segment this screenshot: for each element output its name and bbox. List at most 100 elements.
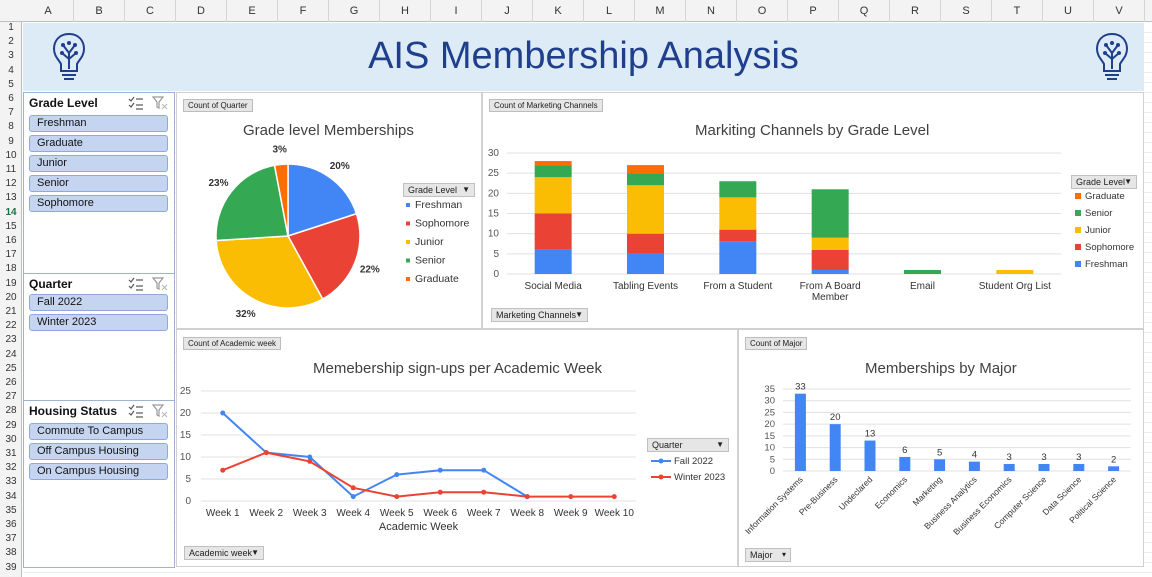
column-header-l[interactable]: L [584,0,635,22]
column-header-f[interactable]: F [278,0,329,22]
row-header-7[interactable]: 7 [0,108,22,118]
x-tick-label: Business Economics [951,474,1014,537]
column-header-r[interactable]: R [890,0,941,22]
row-header-6[interactable]: 6 [0,94,22,104]
column-header-t[interactable]: T [992,0,1043,22]
slicer-item-on-campus[interactable]: On Campus Housing [29,463,168,480]
y-tick-label: 10 [180,452,192,463]
row-header-21[interactable]: 21 [0,307,22,317]
row-header-10[interactable]: 10 [0,150,22,161]
column-header-s[interactable]: S [941,0,992,22]
column-header-e[interactable]: E [227,0,278,22]
legend-filter-grade-level[interactable]: Grade Level ▼ [403,183,475,197]
row-header-36[interactable]: 36 [0,520,22,530]
row-header-37[interactable]: 37 [0,534,22,544]
row-header-32[interactable]: 32 [0,463,22,473]
row-header-4[interactable]: 4 [0,65,22,76]
row-header-28[interactable]: 28 [0,406,22,416]
axis-filter-academic-week[interactable]: Academic week ▼ [184,546,264,560]
row-header-25[interactable]: 25 [0,363,22,374]
row-header-34[interactable]: 34 [0,491,22,502]
marketing-stacked-bar-chart: 0 5 10 15 20 25 30 Social Media Tabling Events Fr… [488,148,1061,303]
multi-select-icon[interactable] [128,404,144,418]
legend-label-graduate: Graduate [415,273,459,285]
row-header-8[interactable]: 8 [0,122,22,132]
row-header-29[interactable]: 29 [0,420,22,431]
row-header-9[interactable]: 9 [0,136,22,147]
column-header-d[interactable]: D [176,0,227,22]
column-header-j[interactable]: J [482,0,533,22]
column-header-b[interactable]: B [74,0,125,22]
slicer-item-graduate[interactable]: Graduate [29,135,168,152]
row-header-33[interactable]: 33 [0,477,22,487]
y-tick-label: 15 [764,431,775,442]
axis-filter-marketing-channels[interactable]: Marketing Channels ▼ [491,308,588,322]
row-header-23[interactable]: 23 [0,335,22,345]
slicer-item-junior[interactable]: Junior [29,155,168,172]
x-axis-title: Academic Week [379,521,459,533]
slicer-item-winter-2023[interactable]: Winter 2023 [29,314,168,331]
bar-segment-freshman [811,269,849,274]
slicer-item-commute[interactable]: Commute To Campus [29,423,168,440]
row-header-20[interactable]: 20 [0,292,22,303]
row-header-26[interactable]: 26 [0,378,22,388]
column-header-i[interactable]: I [431,0,482,22]
column-header-c[interactable]: C [125,0,176,22]
multi-select-icon[interactable] [128,277,144,291]
row-header-13[interactable]: 13 [0,193,22,203]
column-header-a[interactable]: A [23,0,74,22]
row-header-16[interactable]: 16 [0,236,22,246]
row-header-12[interactable]: 12 [0,179,22,189]
slicer-item-fall-2022[interactable]: Fall 2022 [29,294,168,311]
clear-filter-icon[interactable] [152,96,168,110]
row-header-39[interactable]: 39 [0,562,22,573]
clear-filter-icon[interactable] [152,277,168,291]
weekly-chart-panel[interactable]: Count of Academic week Memebership sign-… [176,329,738,567]
column-header-m[interactable]: M [635,0,686,22]
row-header-14[interactable]: 14 [0,207,22,218]
pie-chart-panel[interactable]: Count of Quarter Grade level Memberships… [176,92,482,329]
row-header-5[interactable]: 5 [0,79,22,90]
row-header-35[interactable]: 35 [0,505,22,516]
axis-filter-major[interactable]: Major ▾ [745,548,791,562]
legend-filter-grade-level[interactable]: Grade Level ▼ [1071,175,1137,189]
dropdown-arrow-icon: ▼ [716,440,724,449]
row-header-30[interactable]: 30 [0,434,22,445]
column-header-n[interactable]: N [686,0,737,22]
row-header-2[interactable]: 2 [0,37,22,47]
row-header-15[interactable]: 15 [0,221,22,232]
row-header-24[interactable]: 24 [0,349,22,360]
data-point-winter-2023 [437,489,443,495]
row-header-18[interactable]: 18 [0,264,22,274]
major-chart-panel[interactable]: Count of Major Memberships by Major 0 5 10… [738,329,1144,567]
row-header-22[interactable]: 22 [0,321,22,331]
column-header-q[interactable]: Q [839,0,890,22]
slicer-item-sophomore[interactable]: Sophomore [29,195,168,212]
bar-computer-science [1038,463,1050,471]
row-header-17[interactable]: 17 [0,250,22,260]
row-header-38[interactable]: 38 [0,548,22,558]
legend-filter-quarter[interactable]: Quarter ▼ [647,438,729,452]
slicer-item-off-campus[interactable]: Off Campus Housing [29,443,168,460]
column-header-h[interactable]: H [380,0,431,22]
row-header-31[interactable]: 31 [0,449,22,459]
row-header-1[interactable]: 1 [0,23,22,33]
y-tick-label: 25 [488,168,500,179]
marketing-chart-panel[interactable]: Count of Marketing Channels Markiting Ch… [482,92,1144,329]
data-label: 3 [1076,452,1081,463]
row-header-3[interactable]: 3 [0,51,22,61]
slicer-item-freshman[interactable]: Freshman [29,115,168,132]
column-header-g[interactable]: G [329,0,380,22]
slicer-item-senior[interactable]: Senior [29,175,168,192]
column-header-o[interactable]: O [737,0,788,22]
row-header-11[interactable]: 11 [0,165,22,175]
column-header-v[interactable]: V [1094,0,1145,22]
column-header-p[interactable]: P [788,0,839,22]
row-header-27[interactable]: 27 [0,392,22,402]
column-header-u[interactable]: U [1043,0,1094,22]
clear-filter-icon[interactable] [152,404,168,418]
row-header-19[interactable]: 19 [0,278,22,289]
multi-select-icon[interactable] [128,96,144,110]
legend-label-junior: Junior [415,236,444,248]
column-header-k[interactable]: K [533,0,584,22]
